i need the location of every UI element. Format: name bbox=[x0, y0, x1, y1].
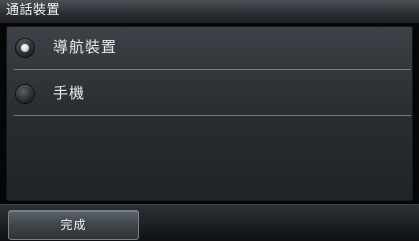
done-button[interactable]: 完成 bbox=[8, 210, 139, 240]
option-mobile-phone[interactable]: 手機 bbox=[6, 72, 413, 116]
option-label: 導航裝置 bbox=[53, 38, 118, 56]
page-title: 通話裝置 bbox=[6, 3, 61, 18]
call-device-screen: 通話裝置 導航裝置 手機 完成 bbox=[0, 0, 419, 241]
divider bbox=[14, 115, 411, 116]
bottom-bar: 完成 bbox=[0, 204, 419, 241]
option-label: 手機 bbox=[53, 84, 86, 102]
radio-unselected-icon[interactable] bbox=[16, 85, 34, 103]
option-navigation-device[interactable]: 導航裝置 bbox=[6, 26, 413, 70]
title-bar: 通話裝置 bbox=[0, 0, 419, 24]
radio-selected-icon[interactable] bbox=[16, 39, 34, 57]
divider bbox=[14, 69, 411, 70]
options-panel: 導航裝置 手機 bbox=[6, 26, 413, 201]
